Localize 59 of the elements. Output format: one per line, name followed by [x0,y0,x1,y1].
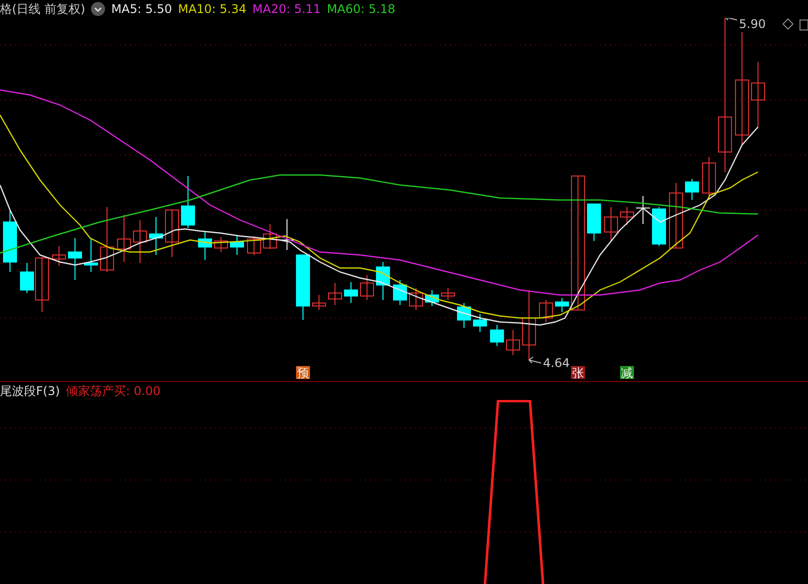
candlestick [230,236,244,256]
dropdown-icon[interactable] [91,2,106,16]
candlestick [685,178,699,200]
candlestick [409,288,423,310]
candlestick [344,282,358,304]
candlestick [280,218,294,250]
pointer-arrow-icon [528,356,542,364]
candlestick [522,290,536,360]
candlestick [3,210,17,272]
moving-average-label: MA5: 5.50 [111,2,172,16]
candlestick [506,330,520,356]
candlestick [441,288,455,300]
candlestick [296,254,310,320]
candlestick [604,206,618,242]
candlestick [100,206,114,272]
candlestick [393,280,407,306]
candlestick [425,290,439,306]
candlestick [555,298,569,312]
indicator-reading: 倾家荡产买: 0.00 [66,382,160,400]
candlestick [263,224,277,250]
candlestick [84,238,98,272]
candlestick [214,236,228,252]
candlestick [587,204,601,242]
candlestick [620,206,634,226]
candlestick [181,176,195,228]
price-label: 4.64 [543,356,570,370]
candlestick [198,232,212,260]
chart-title: 格(日线 前复权) [0,0,86,18]
candlestick [312,294,326,310]
candlestick [149,216,163,256]
candlestick [247,236,261,256]
moving-average-label: MA20: 5.11 [252,2,321,16]
candlestick [702,156,716,200]
candlestick [165,210,179,258]
candlestick [68,238,82,280]
price-label: 5.90 [739,18,766,31]
candlestick [669,182,683,248]
signal-badge: 预 [296,366,310,380]
candlestick [490,324,504,346]
diamond-icon[interactable] [782,18,794,30]
candlestick [133,220,147,264]
candlestick [473,314,487,332]
candlestick [328,282,342,306]
moving-average-label: MA10: 5.34 [178,2,246,16]
candlestick [360,274,374,300]
moving-average-label: MA60: 5.18 [326,2,396,16]
candlestick [751,62,765,128]
candlestick [117,214,131,262]
candlestick [376,262,390,300]
candlestick [652,206,666,246]
signal-badge: 减 [620,366,634,380]
candlestick [539,300,553,322]
scroll-icon[interactable] [800,20,808,30]
indicator-name: 尾波段F(3) [0,382,60,400]
candlestick [52,246,66,266]
pointer-arrow-icon [724,18,738,20]
candlestick [457,302,471,328]
signal-badge: 张 [571,366,585,380]
candlestick [636,196,650,224]
